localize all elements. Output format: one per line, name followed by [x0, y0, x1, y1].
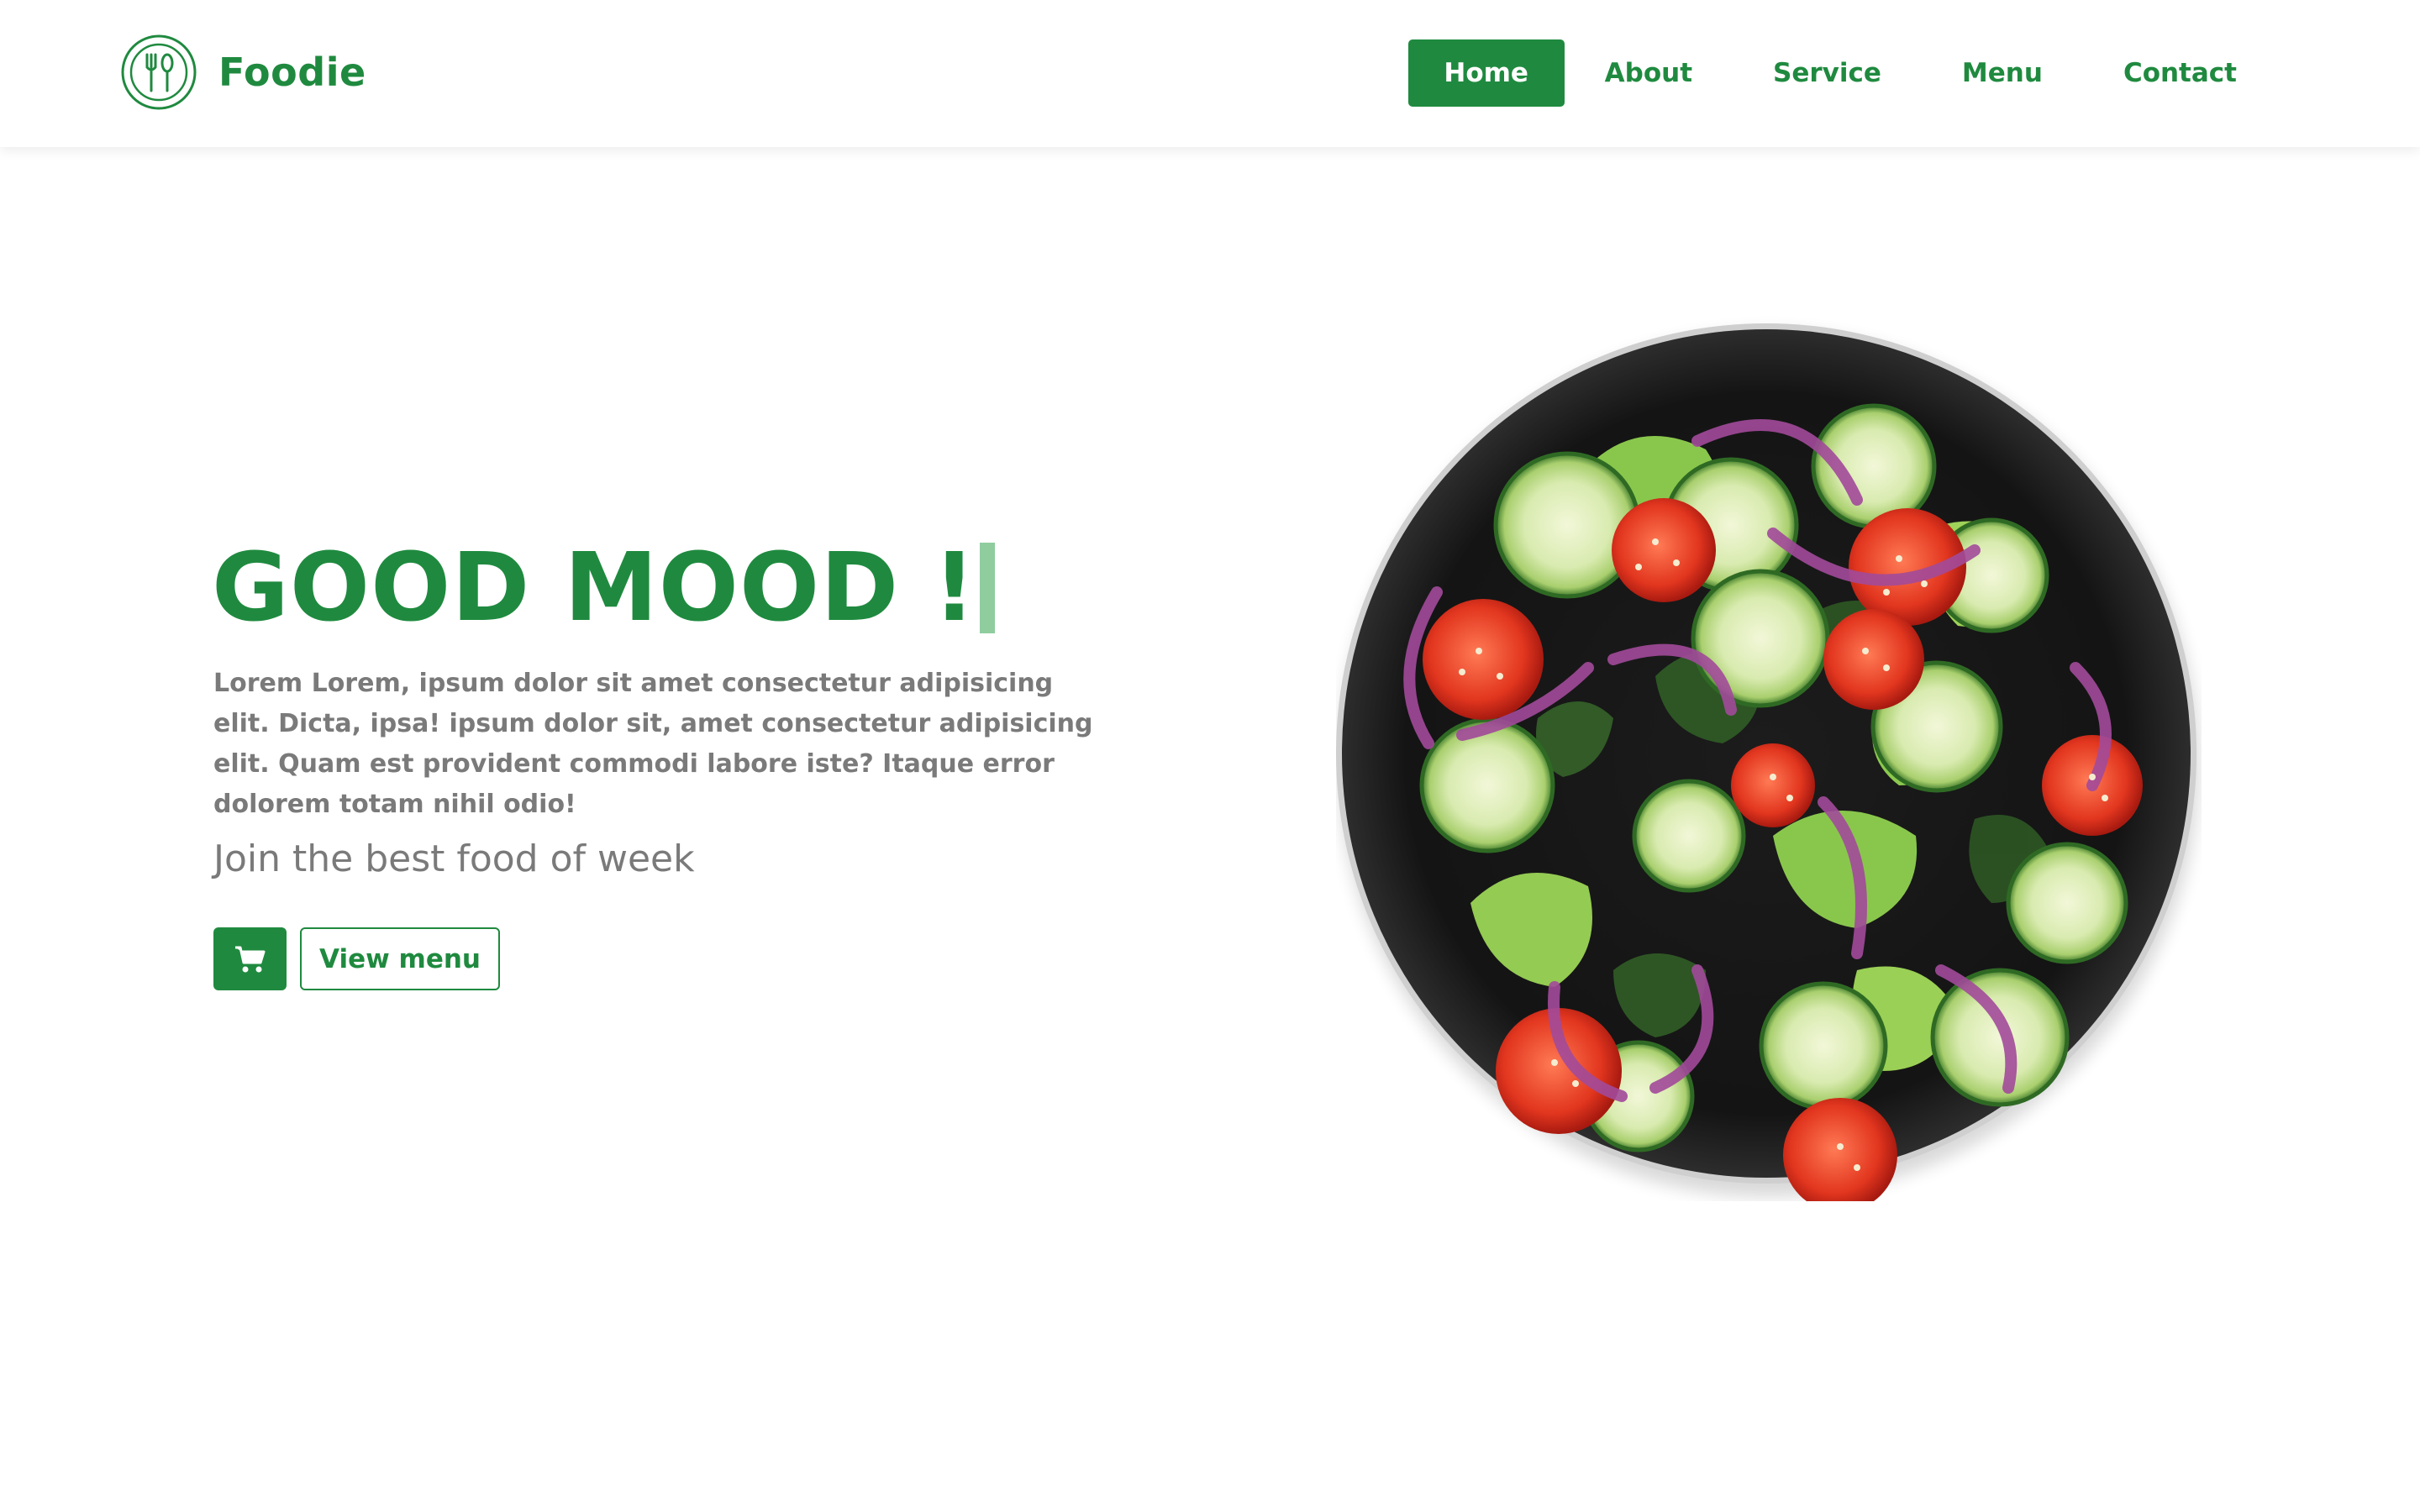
fork-spoon-icon — [121, 34, 197, 110]
typing-caret — [980, 543, 996, 633]
salad-bowl-image — [1336, 315, 2202, 1201]
nav-service[interactable]: Service — [1733, 39, 1922, 107]
site-header: Foodie Home About Service Menu Contact — [0, 0, 2420, 147]
nav-menu[interactable]: Menu — [1922, 39, 2083, 107]
hero-description: Lorem Lorem, ipsum dolor sit amet consec… — [213, 669, 1093, 819]
salad-bowl-illustration — [1336, 323, 2199, 1201]
hero-title-text: GOOD MOOD ! — [212, 533, 977, 643]
view-menu-button[interactable]: View menu — [300, 927, 500, 990]
nav-about[interactable]: About — [1565, 39, 1733, 107]
hero-actions: View menu — [213, 927, 500, 990]
hero-subtitle: Join the best food of week — [213, 837, 695, 880]
brand-name: Foodie — [218, 50, 366, 95]
cart-button[interactable] — [213, 927, 287, 990]
shopping-cart-icon — [234, 946, 265, 972]
nav-home[interactable]: Home — [1407, 39, 1565, 107]
brand[interactable]: Foodie — [120, 34, 366, 111]
nav-contact[interactable]: Contact — [2083, 39, 2277, 107]
main-nav: Home About Service Menu Contact — [1407, 39, 2277, 107]
hero-title: GOOD MOOD ! — [212, 529, 996, 647]
